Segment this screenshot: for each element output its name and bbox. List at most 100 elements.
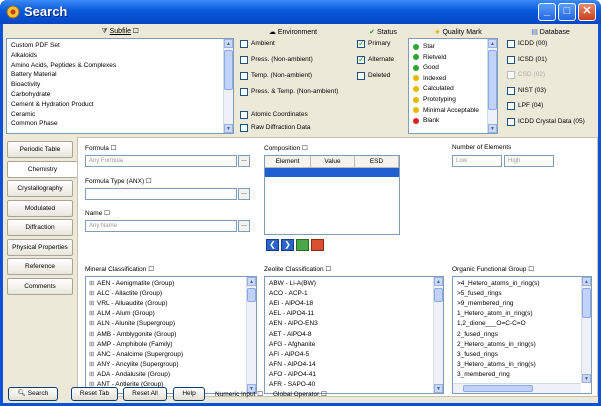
scroll-down-icon[interactable]: ▼	[224, 124, 233, 133]
mineral-item[interactable]: ALC - Allactite (Group)	[97, 289, 162, 298]
expand-plus-icon[interactable]: ⊞	[89, 289, 94, 298]
minimize-button[interactable]: _	[538, 3, 556, 21]
scroll-thumb[interactable]	[224, 50, 233, 90]
scroll-thumb[interactable]	[434, 288, 443, 302]
organic-list[interactable]: >4_Hetero_atoms_in_ring(s) >5_fused_rings…	[452, 276, 592, 394]
tab-diffraction[interactable]: Diffraction	[7, 219, 73, 236]
zeolite-item[interactable]: AEL - AlPO4-11	[269, 309, 314, 318]
zeolite-item[interactable]: AFR - SAPO-40	[269, 380, 315, 389]
database-checkbox[interactable]	[507, 102, 515, 110]
expand-plus-icon[interactable]: ⊞	[89, 319, 94, 328]
name-input[interactable]: Any Name	[85, 220, 237, 232]
organic-item[interactable]: 3_Hetero_atoms_in_ring(s)	[457, 360, 536, 369]
scroll-thumb[interactable]	[247, 288, 256, 302]
expand-plus-icon[interactable]: ⊞	[89, 340, 94, 349]
mineral-item[interactable]: ANC - Analcime (Supergroup)	[97, 350, 183, 359]
subfile-item[interactable]: Bioactivity	[11, 80, 40, 89]
formula-type-browse-button[interactable]: ...	[238, 188, 250, 200]
composition-col-header[interactable]: Value	[311, 156, 355, 168]
database-checkbox[interactable]	[507, 40, 515, 48]
zeolite-item[interactable]: AFG - Afghanite	[269, 340, 315, 349]
subfile-item[interactable]: Custom PDF Set	[11, 41, 60, 50]
scroll-thumb[interactable]	[488, 50, 497, 110]
help-button[interactable]: Help	[173, 387, 205, 401]
quality-item[interactable]: Rietveld	[423, 53, 446, 62]
name-browse-button[interactable]: ...	[238, 220, 250, 232]
mineral-item[interactable]: ANY - Ancylite (Supergroup)	[97, 360, 179, 369]
quality-item[interactable]: Star	[423, 42, 435, 51]
tab-crystallography[interactable]: Crystallography	[7, 180, 73, 197]
quality-item[interactable]: Prototyping	[423, 95, 456, 104]
quality-scrollbar[interactable]: ▲ ▼	[487, 39, 497, 133]
mineral-item[interactable]: AMP - Amphibole (Family)	[97, 340, 172, 349]
environment-checkbox[interactable]	[240, 72, 248, 80]
status-checkbox[interactable]	[357, 55, 365, 64]
scroll-up-icon[interactable]: ▲	[247, 277, 256, 286]
tab-chemistry[interactable]: Chemistry	[7, 160, 77, 178]
expand-plus-icon[interactable]: ⊞	[89, 279, 94, 288]
mineral-item[interactable]: AEN - Aenigmatite (Group)	[97, 279, 174, 288]
mineral-item[interactable]: ADA - Andalusite (Group)	[97, 370, 170, 379]
expand-plus-icon[interactable]: ⊞	[89, 360, 94, 369]
mineral-item[interactable]: ALN - Alunite (Supergroup)	[97, 319, 175, 328]
close-button[interactable]: ✕	[578, 3, 596, 21]
tab-modulated[interactable]: Modulated	[7, 199, 73, 217]
add-row-icon[interactable]	[296, 239, 309, 251]
composition-col-header[interactable]: ESD	[355, 156, 399, 168]
expand-plus-icon[interactable]: ⊞	[89, 330, 94, 339]
organic-item[interactable]: >4_Hetero_atoms_in_ring(s)	[457, 279, 540, 288]
expand-plus-icon[interactable]: ⊞	[89, 370, 94, 379]
environment-checkbox[interactable]	[240, 88, 248, 96]
high-input[interactable]: High	[504, 155, 554, 167]
organic-item[interactable]: 1,2_dione___O=C-C=O	[457, 319, 526, 328]
scroll-down-icon[interactable]: ▼	[488, 124, 497, 133]
global-operator-toggle[interactable]: Global Operator ☐	[273, 390, 327, 398]
reset-all-button[interactable]: Reset All	[123, 387, 167, 401]
environment-extra-checkbox[interactable]	[240, 124, 248, 132]
subfile-item[interactable]: Ceramic	[11, 110, 35, 119]
composition-selected-row[interactable]	[265, 168, 399, 177]
zeolite-item[interactable]: AET - AlPO4-8	[269, 330, 312, 339]
zeolite-list[interactable]: ABW - Li-A(BW) ACO - ACP-1 AEI - AlPO4-18 A…	[264, 276, 444, 394]
low-input[interactable]: Low	[452, 155, 502, 167]
database-checkbox[interactable]	[507, 86, 515, 95]
formula-browse-button[interactable]: ...	[238, 155, 250, 167]
tab-reference[interactable]: Reference	[7, 258, 73, 275]
scroll-up-icon[interactable]: ▲	[434, 277, 443, 286]
zeolite-item[interactable]: AFO - AlPO4-41	[269, 370, 316, 379]
quality-item[interactable]: Indexed	[423, 74, 446, 83]
quality-list[interactable]: Star Rietveld Good Indexed Calculated Prototy…	[408, 38, 498, 134]
subfile-item[interactable]: Alkaloids	[11, 51, 37, 60]
mineral-item[interactable]: ALM - Alum (Group)	[97, 309, 155, 318]
subfile-item[interactable]: Battery Material	[11, 70, 57, 79]
organic-item[interactable]: 2_fused_rings	[457, 330, 498, 339]
zeolite-item[interactable]: AFI - AlPO4-5	[269, 350, 309, 359]
tab-periodic-table[interactable]: Periodic Table	[7, 141, 73, 158]
quality-item[interactable]: Minimal Acceptable	[423, 106, 479, 115]
quality-item[interactable]: Good	[423, 63, 439, 72]
status-checkbox[interactable]	[357, 72, 365, 80]
subfile-item[interactable]: Cement & Hydration Product	[11, 100, 94, 109]
zeolite-item[interactable]: AEI - AlPO4-18	[269, 299, 313, 308]
organic-scrollbar[interactable]: ▲ ▼	[581, 277, 591, 383]
scroll-thumb[interactable]	[582, 288, 591, 318]
tab-physical-properties[interactable]: Physical Properties	[7, 238, 73, 256]
zeolite-item[interactable]: AEN - AlPO-EN3	[269, 319, 318, 328]
scroll-up-icon[interactable]: ▲	[224, 39, 233, 48]
expand-plus-icon[interactable]: ⊞	[89, 350, 94, 359]
environment-checkbox[interactable]	[240, 56, 248, 64]
subfile-item[interactable]: Common Phase	[11, 119, 58, 128]
expand-plus-icon[interactable]: ⊞	[89, 309, 94, 318]
organic-item[interactable]: >9_membered_ring	[457, 299, 514, 308]
expand-icon[interactable]: ☐	[133, 28, 139, 35]
mineral-item[interactable]: VRL - Alluaudite (Group)	[97, 299, 168, 308]
subfile-item[interactable]: Amino Acids, Peptides & Complexes	[11, 61, 116, 70]
subfile-list[interactable]: Custom PDF Set Alkaloids Amino Acids, Pept…	[6, 38, 234, 134]
tab-comments[interactable]: Comments	[7, 277, 73, 295]
quality-item[interactable]: Blank	[423, 116, 439, 125]
delete-row-icon[interactable]	[311, 239, 324, 251]
previous-icon[interactable]: ❮	[266, 239, 279, 251]
organic-item[interactable]: 1_Hetero_atom_in_ring(s)	[457, 309, 533, 318]
environment-checkbox[interactable]	[240, 40, 248, 48]
composition-table[interactable]: Element Value ESD	[264, 155, 400, 235]
